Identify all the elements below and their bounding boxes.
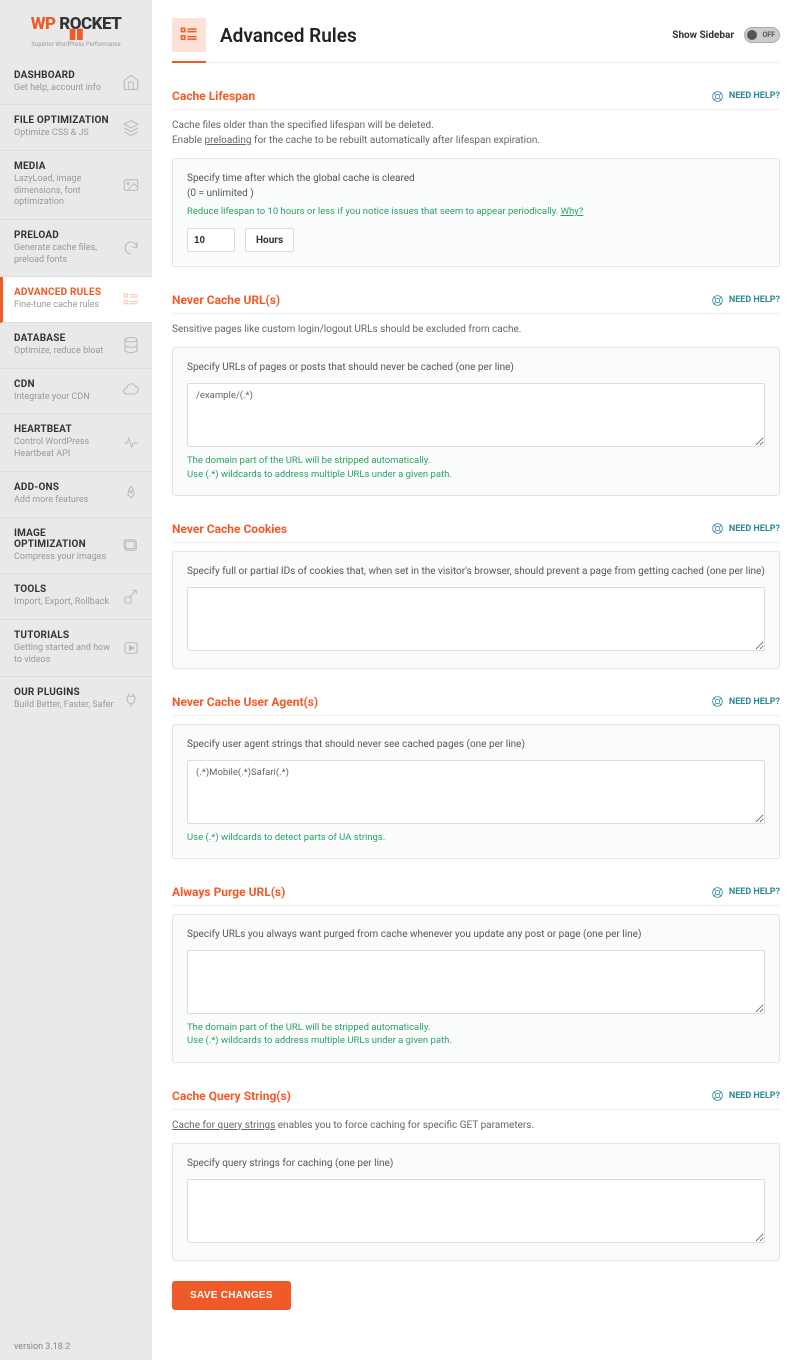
logo-tagline: Superior WordPress Performance xyxy=(12,41,140,48)
nav-desc: Integrate your CDN xyxy=(14,392,118,404)
sidebar-item-file-optimization[interactable]: FILE OPTIMIZATION Optimize CSS & JS xyxy=(0,105,152,151)
nav-desc: Compress your images xyxy=(14,552,118,564)
nav-desc: Getting started and how to videos xyxy=(14,643,118,666)
sidebar-item-image-optimization[interactable]: IMAGE OPTIMIZATION Compress your images xyxy=(0,518,152,575)
lifespan-unit[interactable]: Hours xyxy=(245,228,294,252)
need-help-link[interactable]: NEED HELP? xyxy=(711,294,780,307)
cache-query-input[interactable] xyxy=(187,1179,765,1243)
preloading-link[interactable]: preloading xyxy=(204,135,251,146)
nav-title: CDN xyxy=(14,379,118,390)
nav-desc: Control WordPress Heartbeat API xyxy=(14,437,118,460)
nav-title: DASHBOARD xyxy=(14,70,118,81)
section-never-cache-cookies: Never Cache Cookies NEED HELP? Specify f… xyxy=(172,522,780,669)
nav-desc: Optimize, reduce bloat xyxy=(14,346,118,358)
cache-query-link[interactable]: Cache for query strings xyxy=(172,1120,275,1131)
section-always-purge: Always Purge URL(s) NEED HELP? Specify U… xyxy=(172,885,780,1063)
nav-title: DATABASE xyxy=(14,333,118,344)
need-help-link[interactable]: NEED HELP? xyxy=(711,1089,780,1102)
sidebar-item-our-plugins[interactable]: OUR PLUGINS Build Better, Faster, Safer xyxy=(0,677,152,722)
home-icon xyxy=(122,73,140,91)
nav-desc: Import, Export, Rollback xyxy=(14,597,118,609)
never-cache-ua-input[interactable] xyxy=(187,760,765,824)
logo: WP ROCKET▮▮ Superior WordPress Performan… xyxy=(0,0,152,60)
layers-icon xyxy=(122,119,140,137)
need-help-link[interactable]: NEED HELP? xyxy=(711,886,780,899)
nav-title: IMAGE OPTIMIZATION xyxy=(14,528,118,550)
need-help-link[interactable]: NEED HELP? xyxy=(711,522,780,535)
section-never-cache-ua: Never Cache User Agent(s) NEED HELP? Spe… xyxy=(172,695,780,859)
sidebar-item-heartbeat[interactable]: HEARTBEAT Control WordPress Heartbeat API xyxy=(0,414,152,471)
section-title: Cache Lifespan xyxy=(172,89,255,103)
nav-desc: Optimize CSS & JS xyxy=(14,128,118,140)
section-never-cache-urls: Never Cache URL(s) NEED HELP? Sensitive … xyxy=(172,293,780,496)
never-cache-cookies-input[interactable] xyxy=(187,587,765,651)
section-title: Never Cache User Agent(s) xyxy=(172,695,318,709)
version-label: version 3.18.2 xyxy=(0,1334,152,1360)
page-title: Advanced Rules xyxy=(220,24,357,47)
list-icon xyxy=(122,291,140,309)
nav-desc: Generate cache files, preload fonts xyxy=(14,243,118,266)
section-title: Cache Query String(s) xyxy=(172,1089,291,1103)
sidebar-item-cdn[interactable]: CDN Integrate your CDN xyxy=(0,369,152,415)
sidebar: WP ROCKET▮▮ Superior WordPress Performan… xyxy=(0,0,152,1360)
nav-title: ADVANCED RULES xyxy=(14,287,118,298)
image-icon xyxy=(122,176,140,194)
lifespan-input[interactable] xyxy=(187,228,235,252)
sidebar-item-database[interactable]: DATABASE Optimize, reduce bloat xyxy=(0,323,152,369)
section-desc: Sensitive pages like custom login/logout… xyxy=(172,322,780,337)
nav-title: MEDIA xyxy=(14,161,118,172)
rocket-icon xyxy=(122,485,140,503)
section-cache-query: Cache Query String(s) NEED HELP? Cache f… xyxy=(172,1089,780,1261)
panel: Specify time after which the global cach… xyxy=(172,158,780,267)
nav-desc: Add more features xyxy=(14,495,118,507)
section-title: Always Purge URL(s) xyxy=(172,885,285,899)
heartbeat-icon xyxy=(122,434,140,452)
tools-icon xyxy=(122,588,140,606)
sidebar-item-addons[interactable]: ADD-ONS Add more features xyxy=(0,472,152,518)
nav-desc: Get help, account info xyxy=(14,83,118,95)
plug-icon xyxy=(122,691,140,709)
nav-title: OUR PLUGINS xyxy=(14,687,118,698)
nav-title: ADD-ONS xyxy=(14,482,118,493)
sidebar-item-tools[interactable]: TOOLS Import, Export, Rollback xyxy=(0,574,152,620)
logo-wp: WP xyxy=(31,14,56,34)
always-purge-input[interactable] xyxy=(187,950,765,1014)
need-help-link[interactable]: NEED HELP? xyxy=(711,90,780,103)
nav-desc: Build Better, Faster, Safer xyxy=(14,700,118,712)
images-icon xyxy=(122,536,140,554)
sidebar-item-preload[interactable]: PRELOAD Generate cache files, preload fon… xyxy=(0,220,152,277)
sidebar-item-dashboard[interactable]: DASHBOARD Get help, account info xyxy=(0,60,152,106)
main-content: Advanced Rules Show Sidebar OFF Cache Li… xyxy=(152,0,800,1360)
advanced-rules-icon xyxy=(172,18,206,52)
show-sidebar-toggle[interactable]: OFF xyxy=(744,27,780,43)
save-button[interactable]: SAVE CHANGES xyxy=(172,1281,291,1310)
never-cache-urls-input[interactable] xyxy=(187,383,765,447)
sidebar-item-media[interactable]: MEDIA LazyLoad, image dimensions, font op… xyxy=(0,151,152,220)
nav-desc: Fine-tune cache rules xyxy=(14,300,118,312)
page-header: Advanced Rules Show Sidebar OFF xyxy=(172,18,780,63)
database-icon xyxy=(122,336,140,354)
section-title: Never Cache Cookies xyxy=(172,522,287,536)
section-title: Never Cache URL(s) xyxy=(172,293,280,307)
why-link[interactable]: Why? xyxy=(561,206,584,217)
nav-title: TOOLS xyxy=(14,584,118,595)
sidebar-item-tutorials[interactable]: TUTORIALS Getting started and how to vide… xyxy=(0,620,152,677)
nav-title: FILE OPTIMIZATION xyxy=(14,115,118,126)
nav-title: TUTORIALS xyxy=(14,630,118,641)
section-cache-lifespan: Cache Lifespan NEED HELP? Cache files ol… xyxy=(172,89,780,267)
play-icon xyxy=(122,639,140,657)
nav-title: HEARTBEAT xyxy=(14,424,118,435)
nav-desc: LazyLoad, image dimensions, font optimiz… xyxy=(14,174,118,209)
show-sidebar-label: Show Sidebar xyxy=(672,30,734,41)
need-help-link[interactable]: NEED HELP? xyxy=(711,695,780,708)
cloud-icon xyxy=(122,382,140,400)
nav-title: PRELOAD xyxy=(14,230,118,241)
refresh-icon xyxy=(122,239,140,257)
section-desc: Cache files older than the specified lif… xyxy=(172,118,780,148)
sidebar-item-advanced-rules[interactable]: ADVANCED RULES Fine-tune cache rules xyxy=(0,277,152,323)
toggle-off-label: OFF xyxy=(762,31,775,39)
